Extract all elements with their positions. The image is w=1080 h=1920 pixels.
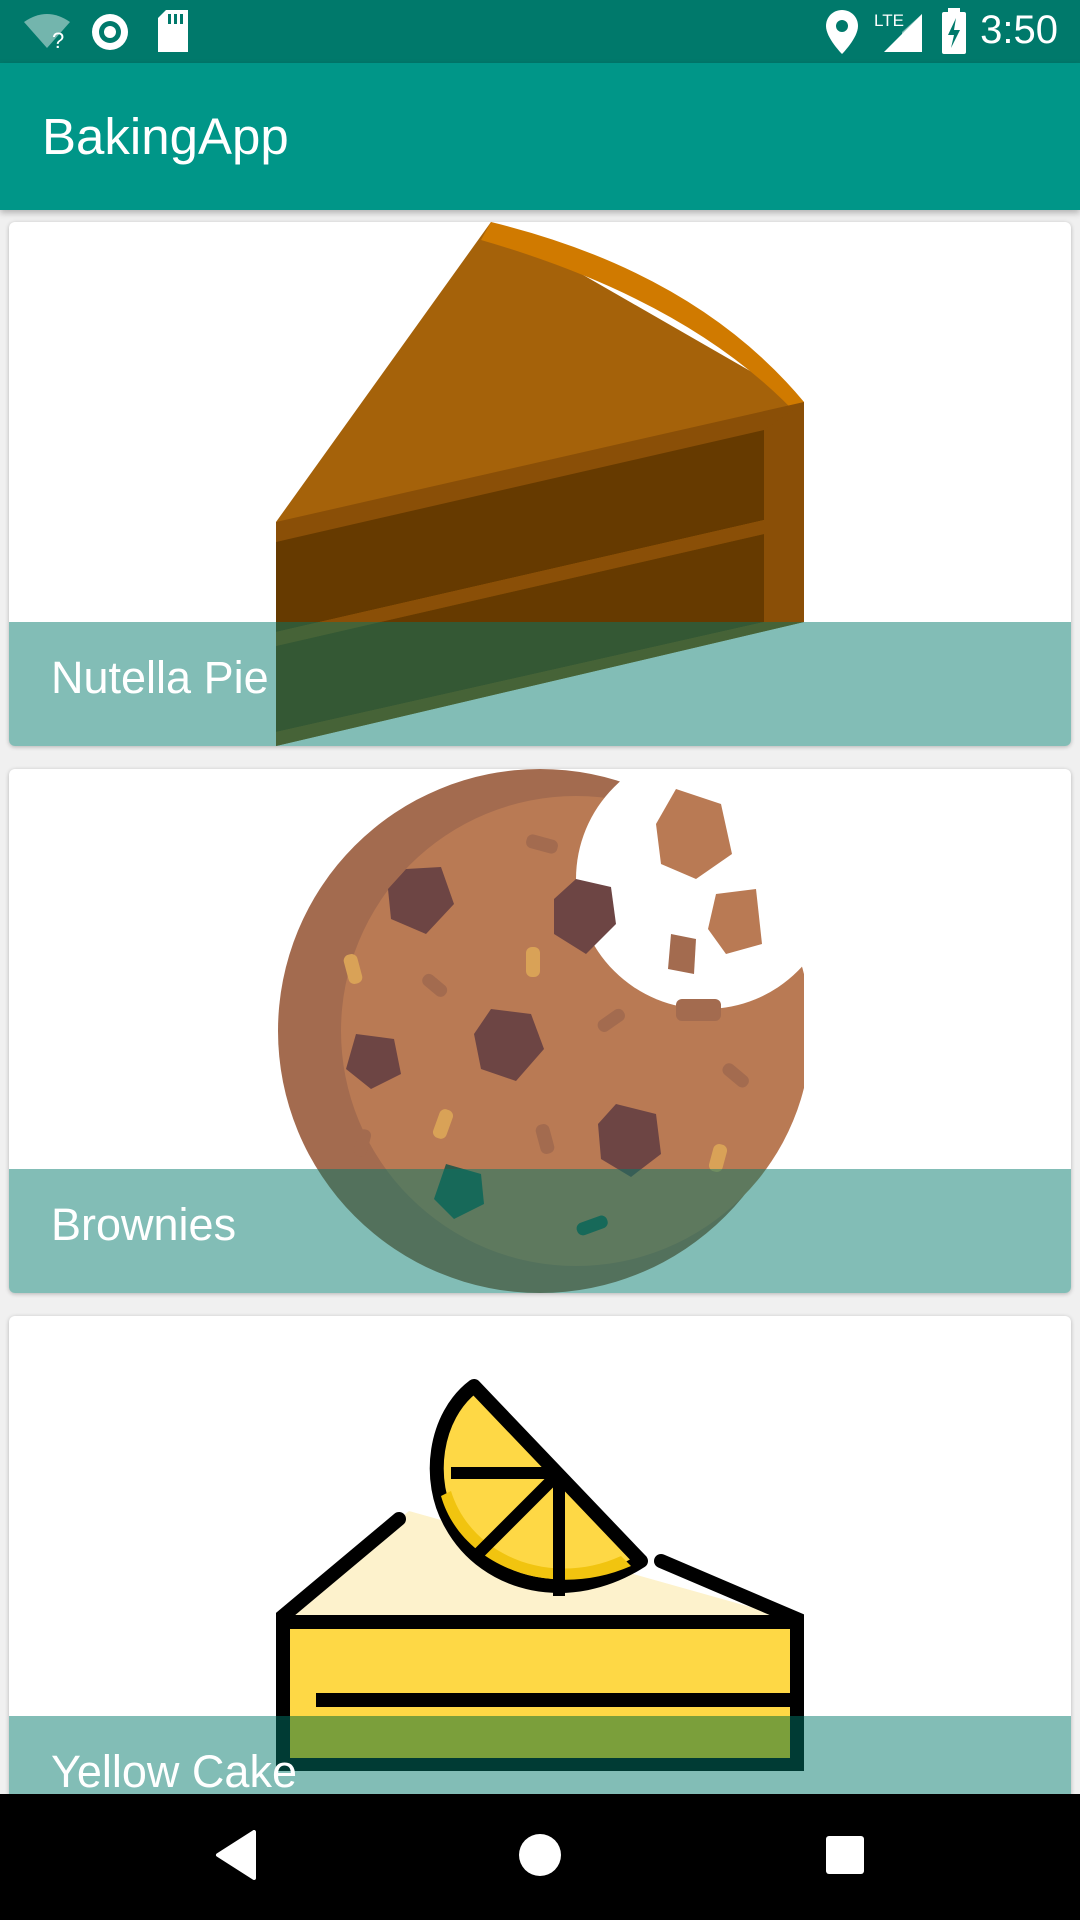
- home-icon[interactable]: [518, 1830, 562, 1880]
- sd-card-icon: [158, 10, 188, 52]
- app-title: BakingApp: [42, 108, 289, 165]
- svg-text:LTE: LTE: [874, 11, 904, 30]
- svg-text:?: ?: [52, 28, 64, 50]
- recipe-card-brownies[interactable]: Brownies: [9, 769, 1071, 1293]
- recents-icon[interactable]: [824, 1830, 866, 1880]
- battery-charging-icon: [942, 8, 966, 54]
- location-icon: [826, 10, 858, 54]
- recipe-card-yellow-cake[interactable]: Yellow Cake: [9, 1316, 1071, 1794]
- recipe-list[interactable]: Nutella Pie Brownies Yellow Cake: [0, 210, 1080, 1794]
- back-icon[interactable]: [214, 1830, 258, 1880]
- wifi-unknown-icon: ?: [24, 14, 70, 50]
- status-time: 3:50: [980, 8, 1058, 52]
- recipe-name: Brownies: [51, 1199, 237, 1250]
- recipe-card-nutella-pie[interactable]: Nutella Pie: [9, 222, 1071, 746]
- navigation-bar: [0, 1794, 1080, 1920]
- app-bar: BakingApp: [0, 63, 1080, 210]
- lte-signal-icon: LTE: [874, 11, 922, 52]
- recipe-name: Nutella Pie: [51, 652, 269, 703]
- status-bar: ? LTE 3:50: [0, 0, 1080, 63]
- sync-icon: [92, 14, 128, 50]
- recipe-name: Yellow Cake: [51, 1746, 297, 1794]
